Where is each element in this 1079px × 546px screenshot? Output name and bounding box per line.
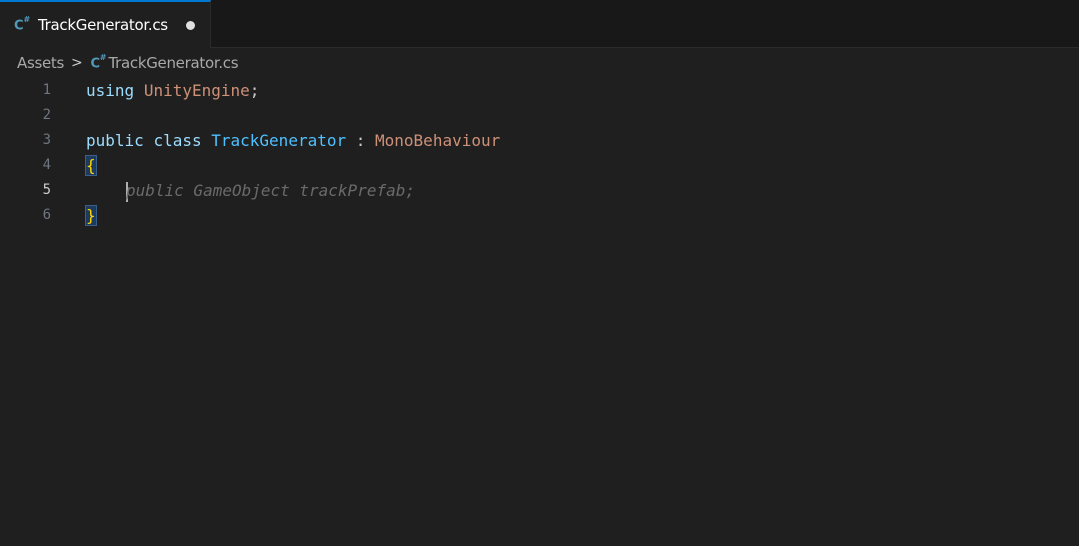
namespace: UnityEngine — [143, 81, 250, 100]
csharp-icon: C# — [90, 52, 107, 72]
code-line[interactable]: 4 { — [0, 153, 1079, 178]
bracket-highlight: } — [85, 205, 97, 226]
code-text: } — [85, 203, 97, 228]
tab-title: TrackGenerator.cs — [38, 16, 168, 34]
breadcrumb-file[interactable]: TrackGenerator.cs — [108, 54, 238, 72]
code-text: { — [85, 153, 97, 178]
code-text: using UnityEngine; — [86, 78, 259, 103]
chevron-right-icon: > — [71, 55, 83, 71]
punctuation: ; — [249, 81, 260, 100]
tab-trackgenerator[interactable]: C# TrackGenerator.cs — [0, 0, 211, 48]
keyword: public — [86, 131, 144, 150]
unsaved-dot-icon[interactable] — [186, 21, 195, 30]
code-text: public GameObject trackPrefab; — [86, 178, 415, 203]
tab-bar: C# TrackGenerator.cs — [0, 0, 1079, 48]
code-text: public class TrackGenerator : MonoBehavi… — [86, 128, 500, 153]
breadcrumb: Assets > C# TrackGenerator.cs — [17, 52, 239, 74]
keyword: class — [153, 131, 202, 150]
class-name: TrackGenerator — [211, 131, 347, 150]
code-line[interactable]: 6 } — [0, 203, 1079, 228]
code-line[interactable]: 3 public class TrackGenerator : MonoBeha… — [0, 128, 1079, 153]
punctuation: : — [346, 131, 376, 150]
line-number: 2 — [42, 107, 51, 123]
inline-suggestion[interactable]: public GameObject trackPrefab; — [126, 181, 415, 200]
code-line[interactable]: 1 using UnityEngine; — [0, 78, 1079, 103]
code-line[interactable]: 2 — [0, 103, 1079, 128]
line-number: 4 — [42, 157, 51, 173]
line-number: 5 — [42, 182, 51, 198]
code-editor[interactable]: 1 using UnityEngine; 2 3 public class Tr… — [0, 78, 1079, 546]
line-number: 3 — [42, 132, 51, 148]
breadcrumb-folder[interactable]: Assets — [17, 54, 64, 72]
bracket-highlight: { — [85, 155, 97, 176]
code-line-active[interactable]: 5 public GameObject trackPrefab; — [0, 178, 1079, 203]
csharp-icon: C# — [14, 14, 31, 34]
base-class: MonoBehaviour — [375, 131, 501, 150]
line-number: 6 — [42, 207, 51, 223]
keyword: using — [86, 81, 135, 100]
line-number: 1 — [42, 82, 51, 98]
